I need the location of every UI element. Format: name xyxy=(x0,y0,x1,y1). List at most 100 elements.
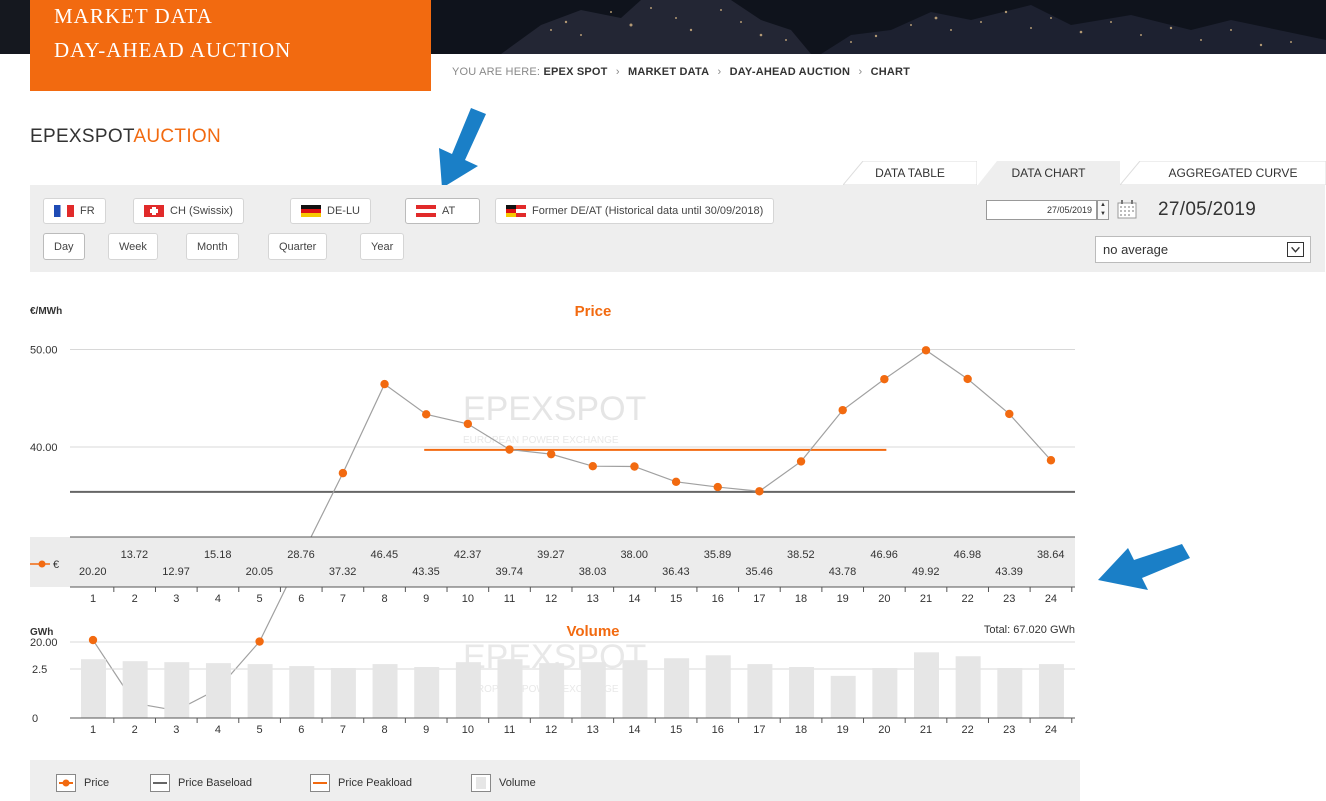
price-y-tick-label: 50.00 xyxy=(30,345,58,357)
price-point xyxy=(546,449,556,459)
volume-x-tick-label: 6 xyxy=(298,724,304,736)
volume-bar xyxy=(622,660,648,718)
legend-item-baseload[interactable]: Price Baseload xyxy=(150,774,252,792)
volume-bar xyxy=(497,659,523,718)
volume-x-tick-label: 23 xyxy=(1003,724,1015,736)
price-table-value: 38.03 xyxy=(579,566,607,578)
volume-bar xyxy=(455,662,481,718)
price-point xyxy=(380,379,389,389)
price-point xyxy=(671,477,681,487)
price-y-tick-label: 40.00 xyxy=(30,442,58,454)
price-x-tick-label: 6 xyxy=(298,593,304,605)
price-point xyxy=(963,374,972,384)
price-point xyxy=(255,637,264,646)
volume-bar xyxy=(747,664,773,718)
price-x-tick-label: 16 xyxy=(712,593,724,605)
price-table-value: 12.97 xyxy=(162,566,190,578)
price-value-table-bg xyxy=(30,537,1075,587)
price-table-value: 43.78 xyxy=(829,566,857,578)
price-x-tick-label: 21 xyxy=(920,593,932,605)
volume-x-tick-label: 3 xyxy=(173,724,179,736)
volume-bar xyxy=(247,664,273,718)
volume-bar xyxy=(955,656,981,718)
price-x-tick-label: 7 xyxy=(340,593,346,605)
price-table-value: 46.45 xyxy=(371,549,399,561)
legend-price-label: Price xyxy=(84,777,110,789)
volume-x-tick-label: 4 xyxy=(215,724,221,736)
price-axis-label: €/MWh xyxy=(30,306,62,317)
volume-bar xyxy=(414,667,440,718)
watermark-logo: EPEXSPOT xyxy=(463,390,646,428)
price-point xyxy=(921,346,931,355)
price-point xyxy=(588,462,597,471)
legend-item-volume[interactable]: Volume xyxy=(471,774,536,792)
price-point xyxy=(422,410,431,419)
volume-x-tick-label: 1 xyxy=(90,724,96,736)
volume-x-tick-label: 8 xyxy=(381,724,387,736)
volume-x-tick-label: 19 xyxy=(837,724,849,736)
price-table-value: 15.18 xyxy=(204,549,232,561)
volume-x-tick-label: 16 xyxy=(712,724,724,736)
volume-bar xyxy=(372,664,398,718)
price-point xyxy=(505,445,514,454)
table-series-marker-dot xyxy=(38,560,46,568)
volume-x-tick-label: 15 xyxy=(670,724,682,736)
volume-bar xyxy=(914,652,939,718)
volume-bar xyxy=(205,663,231,718)
price-chart-title: Price xyxy=(575,303,612,320)
volume-x-tick-label: 12 xyxy=(545,724,557,736)
price-table-value: 38.64 xyxy=(1037,549,1065,561)
price-x-tick-label: 17 xyxy=(753,593,765,605)
price-x-tick-label: 1 xyxy=(90,593,96,605)
price-point xyxy=(755,487,764,496)
volume-x-tick-label: 10 xyxy=(462,724,474,736)
volume-x-tick-label: 18 xyxy=(795,724,807,736)
price-x-tick-label: 8 xyxy=(381,593,387,605)
volume-x-tick-label: 9 xyxy=(423,724,429,736)
price-table-value: 36.43 xyxy=(662,566,690,578)
price-table-value: 35.89 xyxy=(704,549,732,561)
volume-x-tick-label: 20 xyxy=(878,724,890,736)
volume-bar xyxy=(997,668,1023,718)
volume-bar xyxy=(664,658,690,718)
price-point xyxy=(1005,409,1014,419)
legend-volume-swatch xyxy=(471,774,491,792)
volume-y-tick-label: 0 xyxy=(32,713,38,725)
legend-baseload-label: Price Baseload xyxy=(178,777,252,789)
price-table-value: 28.76 xyxy=(287,549,315,561)
volume-bar xyxy=(122,661,148,718)
price-table-value: 46.96 xyxy=(870,549,898,561)
volume-x-tick-label: 24 xyxy=(1045,724,1057,736)
price-x-tick-label: 22 xyxy=(962,593,974,605)
price-table-value: 38.52 xyxy=(787,549,815,561)
chart-legend: Price Price Baseload Price Peakload Volu… xyxy=(30,760,1080,801)
price-x-tick-label: 13 xyxy=(587,593,599,605)
volume-bar xyxy=(289,666,315,718)
price-x-tick-label: 10 xyxy=(462,593,474,605)
price-point xyxy=(880,374,889,384)
volume-bar xyxy=(872,668,898,718)
volume-bar xyxy=(789,667,815,718)
price-point xyxy=(796,457,806,466)
price-x-tick-label: 14 xyxy=(628,593,640,605)
price-x-tick-label: 4 xyxy=(215,593,221,605)
legend-peakload-label: Price Peakload xyxy=(338,777,412,789)
price-table-value: 49.92 xyxy=(912,566,940,578)
legend-item-price[interactable]: Price xyxy=(56,774,109,792)
volume-bar xyxy=(81,659,106,718)
price-point xyxy=(630,462,639,471)
price-x-tick-label: 23 xyxy=(1003,593,1015,605)
price-point xyxy=(1046,456,1056,465)
legend-item-peakload[interactable]: Price Peakload xyxy=(310,774,412,792)
volume-y-tick-label: 2.5 xyxy=(32,664,47,676)
volume-total-label: Total: 67.020 GWh xyxy=(984,624,1075,636)
volume-x-tick-label: 17 xyxy=(753,724,765,736)
price-table-value: 46.98 xyxy=(954,549,982,561)
price-x-tick-label: 12 xyxy=(545,593,557,605)
price-x-tick-label: 24 xyxy=(1045,593,1057,605)
volume-x-tick-label: 11 xyxy=(504,724,515,736)
price-table-value: 37.32 xyxy=(329,566,357,578)
price-table-value: 13.72 xyxy=(121,549,149,561)
volume-x-tick-label: 22 xyxy=(962,724,974,736)
price-point xyxy=(338,468,348,478)
